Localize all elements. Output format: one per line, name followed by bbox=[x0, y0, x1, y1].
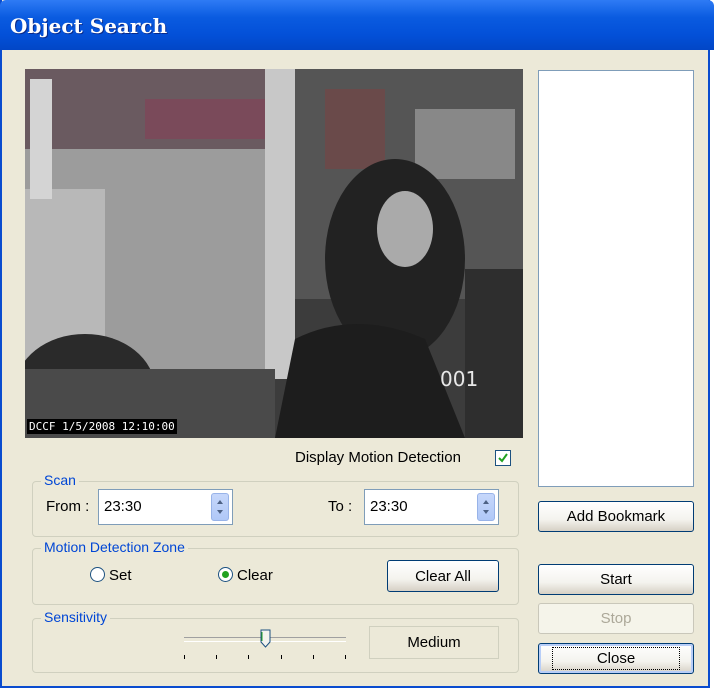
scan-group-label: Scan bbox=[41, 472, 79, 488]
start-button[interactable]: Start bbox=[538, 564, 694, 595]
sensitivity-slider-thumb[interactable] bbox=[260, 629, 271, 648]
slider-tick bbox=[184, 655, 185, 659]
spin-arrows-icon bbox=[217, 500, 223, 514]
slider-tick bbox=[313, 655, 314, 659]
motion-detection-zone-label: Motion Detection Zone bbox=[41, 539, 188, 555]
title-bar[interactable]: Object Search bbox=[0, 0, 714, 50]
sensitivity-value-display: Medium bbox=[369, 626, 499, 659]
to-time-value: 23:30 bbox=[370, 498, 408, 515]
slider-tick bbox=[216, 655, 217, 659]
bookmark-list[interactable] bbox=[538, 70, 694, 487]
object-search-dialog: Object Search 001 DCCF 1/5/2008 12:10:00… bbox=[0, 0, 714, 688]
sensitivity-group-label: Sensitivity bbox=[41, 609, 111, 625]
display-motion-detection-label: Display Motion Detection bbox=[295, 449, 461, 466]
from-label: From : bbox=[46, 498, 90, 515]
from-time-value: 23:30 bbox=[104, 498, 142, 515]
to-time-spinner[interactable] bbox=[477, 493, 495, 521]
spin-arrows-icon bbox=[483, 500, 489, 514]
set-radio[interactable] bbox=[90, 567, 105, 582]
display-motion-detection-checkbox[interactable] bbox=[495, 450, 511, 466]
set-radio-label[interactable]: Set bbox=[109, 567, 132, 584]
close-button-label: Close bbox=[551, 647, 681, 670]
camera-number-label: 001 bbox=[440, 367, 479, 391]
to-time-input[interactable]: 23:30 bbox=[364, 489, 499, 525]
stop-button[interactable]: Stop bbox=[538, 603, 694, 634]
clear-radio[interactable] bbox=[218, 567, 233, 582]
window-title: Object Search bbox=[10, 14, 168, 38]
slider-tick bbox=[281, 655, 282, 659]
radio-selected-dot bbox=[222, 571, 229, 578]
slider-tick bbox=[345, 655, 346, 659]
video-timestamp: DCCF 1/5/2008 12:10:00 bbox=[27, 419, 177, 434]
from-time-input[interactable]: 23:30 bbox=[98, 489, 233, 525]
to-label: To : bbox=[328, 498, 353, 515]
video-preview[interactable]: 001 DCCF 1/5/2008 12:10:00 bbox=[25, 69, 523, 438]
check-mark-icon bbox=[498, 453, 508, 463]
slider-tick bbox=[248, 655, 249, 659]
clear-radio-label[interactable]: Clear bbox=[237, 567, 273, 584]
from-time-spinner[interactable] bbox=[211, 493, 229, 521]
clear-all-button[interactable]: Clear All bbox=[387, 560, 499, 592]
close-button[interactable]: Close bbox=[538, 643, 694, 674]
add-bookmark-button[interactable]: Add Bookmark bbox=[538, 501, 694, 532]
